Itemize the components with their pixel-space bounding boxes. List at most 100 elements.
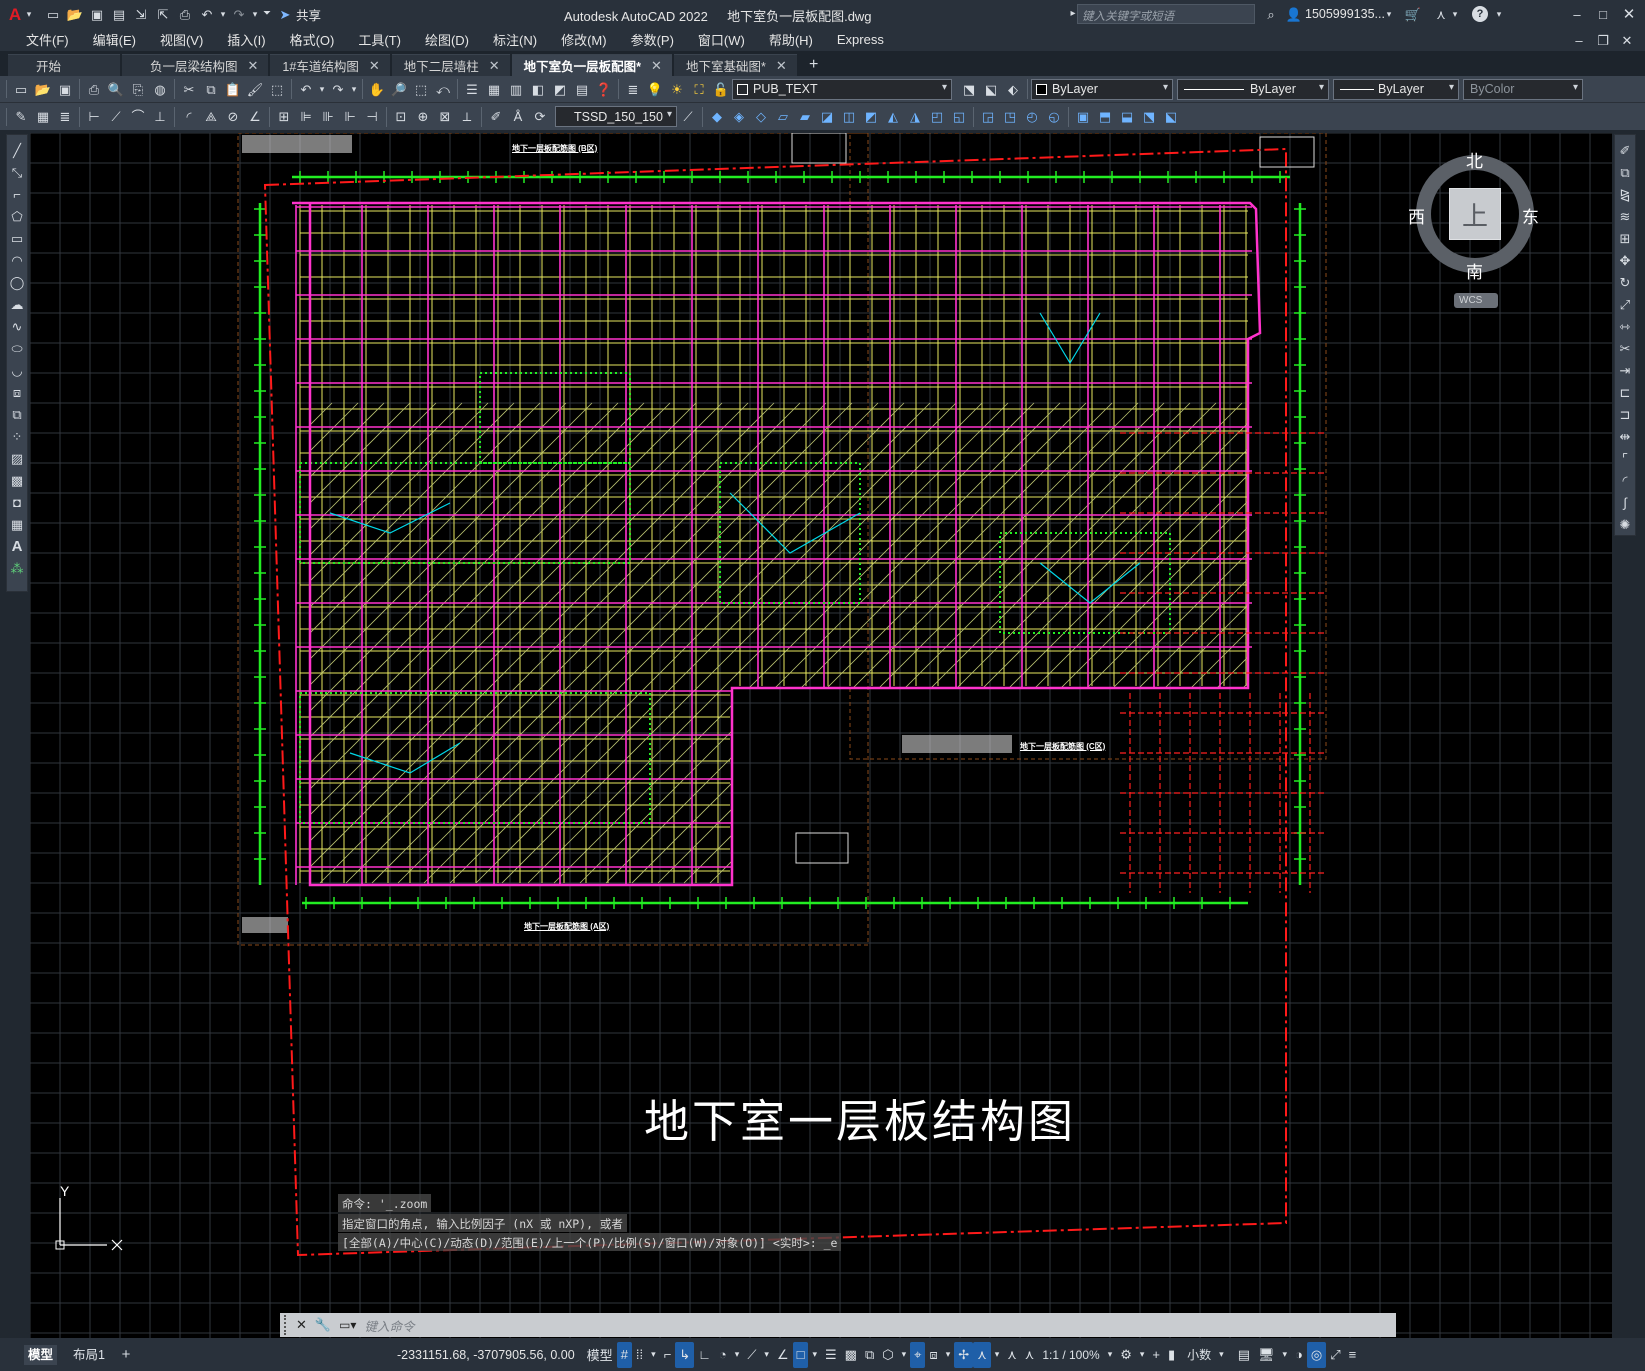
doc-restore-icon[interactable]: ❐ xyxy=(1592,29,1614,51)
maximize-icon[interactable]: □ xyxy=(1592,3,1614,25)
break-at-point-icon[interactable]: ⊏ xyxy=(1614,381,1636,403)
extend-icon[interactable]: ⇥ xyxy=(1614,359,1636,381)
menu-help[interactable]: 帮助(H) xyxy=(757,30,825,49)
make-current-layer-icon[interactable]: ⬔ xyxy=(958,78,980,100)
units-value[interactable]: 小数 xyxy=(1183,1342,1215,1368)
spline-icon[interactable]: ∿ xyxy=(6,315,28,337)
region-icon[interactable]: ◘ xyxy=(6,491,28,513)
color-faces-icon[interactable]: ◮ xyxy=(904,106,926,128)
design-center-icon[interactable]: ▦ xyxy=(483,78,505,100)
shell-icon[interactable]: ◵ xyxy=(1043,106,1065,128)
circle-icon[interactable]: ◯ xyxy=(6,271,28,293)
close-icon[interactable]: ✕ xyxy=(776,58,787,74)
block-editor-icon[interactable]: ⬚ xyxy=(266,78,288,100)
redo-icon[interactable]: ↷ xyxy=(228,3,250,25)
tssd-layer-icon[interactable]: ≣ xyxy=(54,106,76,128)
search-icon[interactable]: ⌕ xyxy=(1260,3,1282,25)
chevron-down-icon[interactable]: ▾ xyxy=(1215,1342,1228,1368)
wcs-menu[interactable]: WCS xyxy=(1454,293,1498,308)
slice-icon[interactable]: ⬒ xyxy=(1094,106,1116,128)
extrude-faces-icon[interactable]: ▱ xyxy=(772,106,794,128)
center-mark-icon[interactable]: ⊕ xyxy=(412,106,434,128)
lock-ui-icon[interactable]: 🖥 xyxy=(1254,1342,1279,1368)
user-icon[interactable]: 👤 xyxy=(1283,3,1305,25)
separate-icon[interactable]: ◴ xyxy=(1021,106,1043,128)
chevron-down-icon[interactable]: ▾ xyxy=(808,1342,821,1368)
object-snap-tracking-icon[interactable]: ∠ xyxy=(773,1342,793,1368)
baseline-icon[interactable]: ⊫ xyxy=(295,106,317,128)
chevron-down-icon[interactable]: ▾ xyxy=(24,3,34,25)
hatch-icon[interactable]: ▨ xyxy=(6,447,28,469)
chevron-down-icon[interactable]: ▾ xyxy=(647,1342,660,1368)
chevron-down-icon[interactable]: ▾ xyxy=(218,3,228,25)
close-icon[interactable]: ✕ xyxy=(1618,3,1640,25)
copy-icon[interactable]: ⧉ xyxy=(200,78,222,100)
scale-icon[interactable]: ⤢ xyxy=(1614,293,1636,315)
dimension-space-icon[interactable]: ⊩ xyxy=(339,106,361,128)
drawing-canvas[interactable]: 地下一层板配筋图 (B区) 地下一层板配筋图 (A区) 地下一层板配筋图 (C区… xyxy=(29,132,1612,1338)
zoom-realtime-icon[interactable]: 🔎 xyxy=(388,78,410,100)
3d-dwf-icon[interactable]: ◍ xyxy=(149,78,171,100)
transparency-icon[interactable]: ▩ xyxy=(841,1342,861,1368)
move-icon[interactable]: ✥ xyxy=(1614,249,1636,271)
dimstyle-manager-icon[interactable]: ⟋ xyxy=(677,106,699,128)
chevron-down-icon[interactable]: ▾ xyxy=(898,1342,911,1368)
open-file-icon[interactable]: 📂 xyxy=(64,3,86,25)
customize-icon[interactable]: ⏷ xyxy=(260,3,274,25)
dimension-update-icon[interactable]: ⟳ xyxy=(529,106,551,128)
drawing-svg[interactable] xyxy=(29,132,1612,1338)
zoom-window-icon[interactable]: ⬚ xyxy=(410,78,432,100)
redo-icon[interactable]: ↷ xyxy=(327,78,349,100)
check-icon[interactable]: ▣ xyxy=(1072,106,1094,128)
annotation-autoscale-icon[interactable]: ⋏ xyxy=(1021,1342,1039,1368)
menu-dimension[interactable]: 标注(N) xyxy=(481,30,549,49)
customize-wrench-icon[interactable]: 🔧 xyxy=(315,1317,331,1333)
aligned-dimension-icon[interactable]: ⟋ xyxy=(105,106,127,128)
search-input[interactable]: 键入关键字或短语 xyxy=(1077,4,1255,24)
menu-file[interactable]: 文件(F) xyxy=(14,30,81,49)
close-icon[interactable]: ✕ xyxy=(369,58,380,74)
grip-icon[interactable] xyxy=(284,1315,292,1335)
close-icon[interactable]: ✕ xyxy=(248,58,259,74)
solid-intersect-icon[interactable]: ◇ xyxy=(750,106,772,128)
menu-edit[interactable]: 编辑(E) xyxy=(81,30,148,49)
polar-tracking-icon[interactable]: ◔ xyxy=(715,1342,731,1368)
continue-icon[interactable]: ⊪ xyxy=(317,106,339,128)
angular-icon[interactable]: ∠ xyxy=(244,106,266,128)
layout-tab-model[interactable]: 模型 xyxy=(24,1344,58,1365)
interfere-icon[interactable]: ⬔ xyxy=(1138,106,1160,128)
chevron-down-icon[interactable]: ▾ xyxy=(731,1342,744,1368)
construction-line-icon[interactable]: ⤡ xyxy=(6,161,28,183)
layer-previous-icon[interactable]: ⬕ xyxy=(980,78,1002,100)
chevron-down-icon[interactable]: ▾ xyxy=(1450,3,1460,25)
point-icon[interactable]: ⁘ xyxy=(6,425,28,447)
chevron-down-icon[interactable]: ▾ xyxy=(250,3,260,25)
chevron-down-icon[interactable]: ▾ xyxy=(1104,1342,1117,1368)
save-icon[interactable]: ▣ xyxy=(86,3,108,25)
gradient-icon[interactable]: ▩ xyxy=(6,469,28,491)
quick-dimension-icon[interactable]: ⊞ xyxy=(273,106,295,128)
markup-icon[interactable]: ◩ xyxy=(549,78,571,100)
share-icon[interactable]: ➤ xyxy=(274,3,296,25)
save-icon[interactable]: ▣ xyxy=(54,78,76,100)
plot-icon[interactable]: ⎙ xyxy=(83,78,105,100)
erase-icon[interactable]: ✐ xyxy=(1614,139,1636,161)
ortho-icon[interactable]: ∟ xyxy=(694,1342,715,1368)
new-tab-icon[interactable]: + xyxy=(803,54,825,76)
plot-preview-icon[interactable]: 🔍 xyxy=(105,78,127,100)
copy-object-icon[interactable]: ⧉ xyxy=(1614,161,1636,183)
selection-cycling-icon[interactable]: ⧉ xyxy=(861,1342,878,1368)
autocad-logo-icon[interactable]: A xyxy=(6,3,24,25)
arc-length-icon[interactable]: ⌒ xyxy=(127,106,149,128)
3d-osnap-icon[interactable]: ⬡ xyxy=(878,1342,897,1368)
menu-tools[interactable]: 工具(T) xyxy=(346,30,413,49)
make-block-icon[interactable]: ⧉ xyxy=(6,403,28,425)
menu-view[interactable]: 视图(V) xyxy=(148,30,215,49)
tab-ramp-structure[interactable]: 1#车道结构图 ✕ xyxy=(270,54,390,76)
move-faces-icon[interactable]: ▰ xyxy=(794,106,816,128)
ellipse-icon[interactable]: ⬭ xyxy=(6,337,28,359)
inspect-icon[interactable]: ⊠ xyxy=(434,106,456,128)
chevron-down-icon[interactable]: ▾ xyxy=(1279,1342,1292,1368)
new-icon[interactable]: ▭ xyxy=(10,78,32,100)
zoom-previous-icon[interactable]: ⤺ xyxy=(432,78,454,100)
